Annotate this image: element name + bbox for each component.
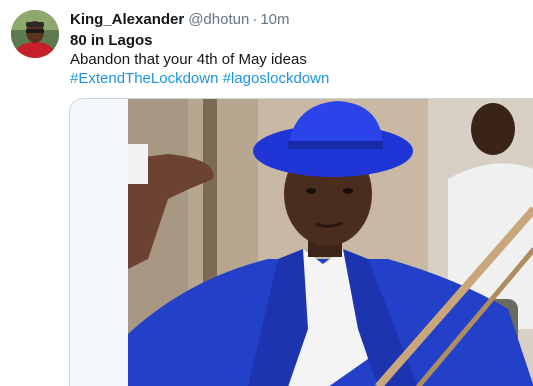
- tweet-photo[interactable]: [128, 99, 533, 386]
- tweet-text-line-2: Abandon that your 4th of May ideas: [70, 51, 307, 68]
- author-display-name[interactable]: King_Alexander: [70, 11, 184, 28]
- avatar-image-icon: [11, 10, 59, 58]
- hashtag-extendthelockdown[interactable]: #ExtendTheLockdown: [70, 70, 218, 87]
- tweet-header: King_Alexander @dhotun · 10m: [70, 10, 290, 30]
- meme-photo-icon: [128, 99, 533, 386]
- tweet[interactable]: King_Alexander @dhotun · 10m 80 in Lagos Ab…: [0, 0, 533, 386]
- author-handle[interactable]: @dhotun: [188, 11, 249, 28]
- profile-avatar[interactable]: [11, 10, 59, 58]
- hashtag-lagoslockdown[interactable]: #lagoslockdown: [223, 70, 330, 87]
- tweet-hashtags: #ExtendTheLockdown #lagoslockdown: [70, 69, 329, 89]
- separator-dot: ·: [252, 11, 258, 28]
- media-card[interactable]: [69, 98, 533, 386]
- tweet-text-line-1: 80 in Lagos: [70, 32, 153, 49]
- tweet-timestamp[interactable]: 10m: [260, 11, 289, 28]
